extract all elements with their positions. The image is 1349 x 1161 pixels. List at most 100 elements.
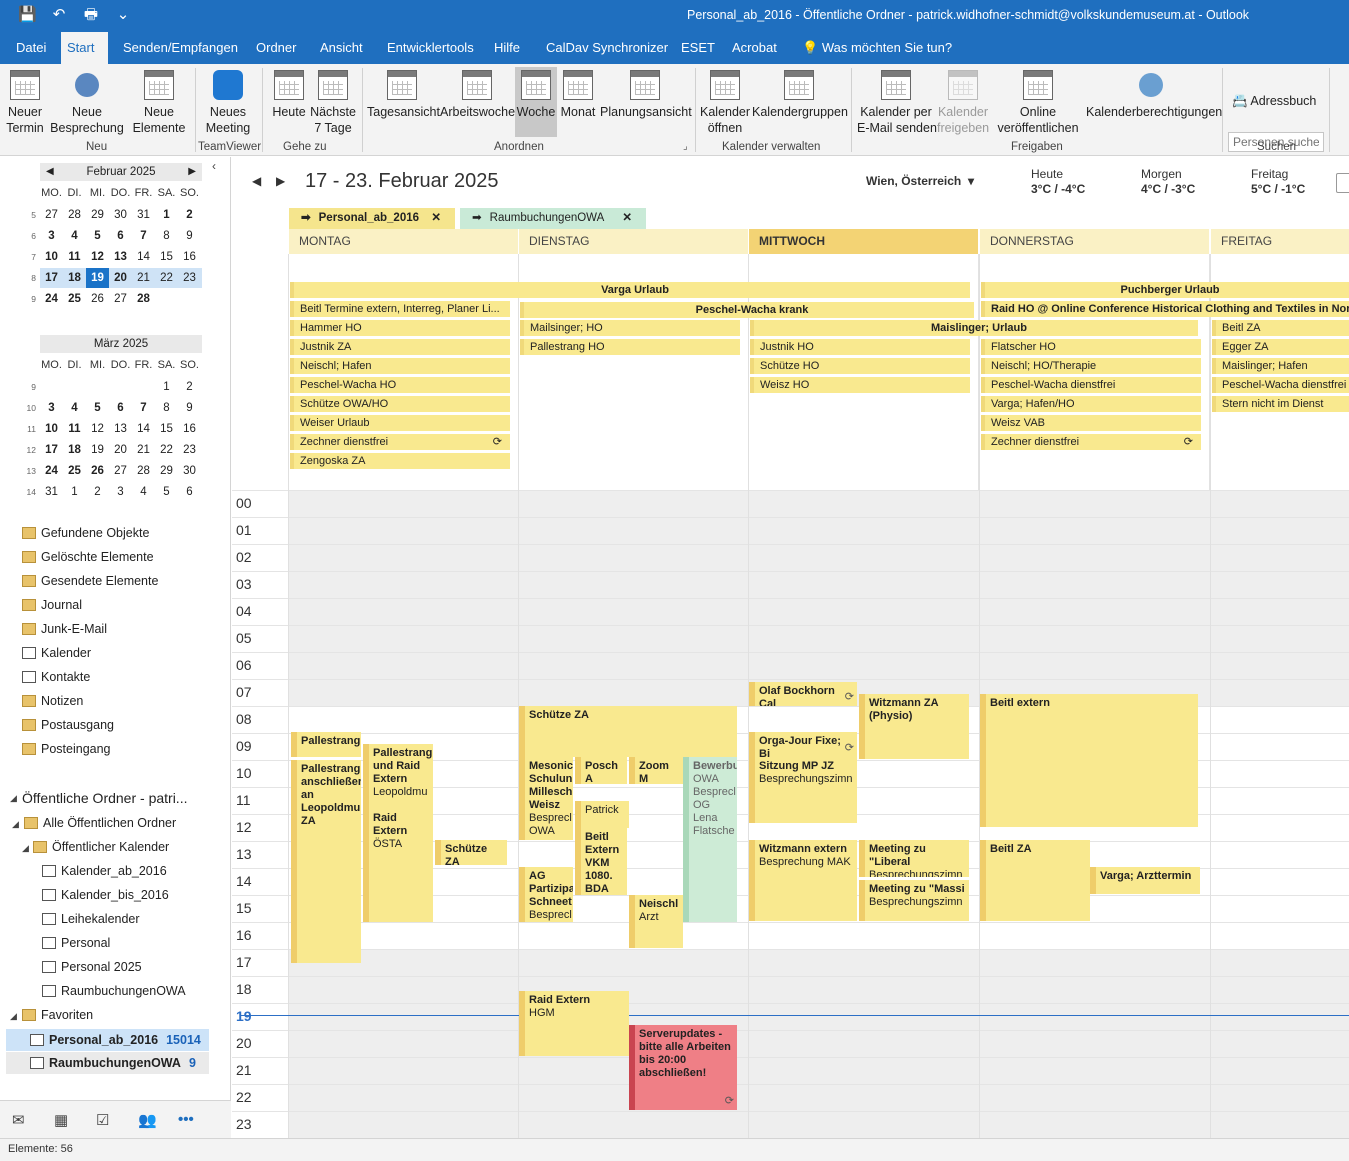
hour-row[interactable]: 20: [232, 1030, 1349, 1057]
weather-location[interactable]: Wien, Österreich ▾: [866, 174, 974, 188]
open-calendar-button[interactable]: Kalender öffnen: [700, 70, 750, 136]
all-day-event[interactable]: Schütze HO: [750, 358, 970, 374]
mini-calendar-day[interactable]: 12: [86, 247, 109, 267]
mini-calendar-day[interactable]: 9: [178, 226, 201, 246]
favorite-raumbuchungen[interactable]: RaumbuchungenOWA 9: [6, 1052, 209, 1074]
mini-calendar-day[interactable]: 2: [178, 205, 201, 225]
mini-calendar-day[interactable]: 11: [63, 247, 86, 267]
all-day-event[interactable]: Peschel-Wacha krank: [520, 302, 974, 318]
mini-calendar-day[interactable]: 21: [132, 440, 155, 460]
share-calendar-button[interactable]: Kalender freigeben: [937, 70, 989, 136]
favorite-personal-ab-2016[interactable]: Personal_ab_2016 15014: [6, 1029, 209, 1051]
mini-calendar-day[interactable]: 7: [132, 226, 155, 246]
favorites-header[interactable]: Favoriten: [22, 1008, 93, 1022]
mini-calendar-day[interactable]: 4: [63, 398, 86, 418]
all-day-event[interactable]: Peschel-Wacha dienstfrei: [1212, 377, 1349, 393]
mini-calendar-day[interactable]: 22: [155, 268, 178, 288]
mini-calendar-day[interactable]: 17: [40, 440, 63, 460]
calendar-event[interactable]: Varga; Arzttermin: [1090, 866, 1200, 894]
tab-caldav[interactable]: CalDav Synchronizer: [540, 32, 674, 64]
all-day-event[interactable]: Weisz HO: [750, 377, 970, 393]
calendar-event[interactable]: Pallestrang anschließer an Leopoldmu ZA: [291, 760, 361, 963]
folder-notizen[interactable]: Notizen: [22, 694, 83, 708]
week-view-button[interactable]: Woche: [515, 67, 557, 137]
calendar-event[interactable]: Witzmann extern Besprechung MAK: [749, 839, 857, 921]
folder-journal[interactable]: Journal: [22, 598, 82, 612]
mini-calendar-day[interactable]: 2: [178, 377, 201, 397]
public-calendar-item[interactable]: Leihekalender: [42, 912, 140, 926]
hour-row[interactable]: 22: [232, 1084, 1349, 1111]
address-book-button[interactable]: 📇 Adressbuch: [1232, 93, 1322, 109]
work-week-button[interactable]: Arbeitswoche: [440, 70, 515, 120]
mini-calendar-day[interactable]: 3: [109, 482, 132, 502]
tab-hilfe[interactable]: Hilfe: [488, 32, 526, 64]
folder-public-calendar[interactable]: Öffentlicher Kalender: [33, 840, 169, 854]
folder-postausgang[interactable]: Postausgang: [22, 718, 114, 732]
all-day-event[interactable]: Hammer HO: [290, 320, 510, 336]
folder-kalender[interactable]: Kalender: [22, 646, 91, 660]
all-day-event[interactable]: Neischl; Hafen: [290, 358, 510, 374]
mini-calendar-day[interactable]: 1: [155, 205, 178, 225]
mini-calendar-day[interactable]: 19: [86, 440, 109, 460]
hour-row[interactable]: 05: [232, 625, 1349, 652]
all-day-event[interactable]: Justnik ZA: [290, 339, 510, 355]
calendar-event[interactable]: Neischl Arzt: [629, 895, 683, 948]
mini-calendar-day[interactable]: 4: [132, 482, 155, 502]
tab-acrobat[interactable]: Acrobat: [726, 32, 783, 64]
tab-start[interactable]: Start: [61, 32, 108, 64]
expand-icon[interactable]: ◢: [22, 843, 29, 854]
mini-calendar-day[interactable]: 13: [109, 247, 132, 267]
mini-calendar-day[interactable]: 27: [109, 289, 132, 309]
folder-junk-e-mail[interactable]: Junk-E-Mail: [22, 622, 107, 636]
all-day-event[interactable]: Egger ZA: [1212, 339, 1349, 355]
mini-calendar-day[interactable]: 6: [109, 398, 132, 418]
calendar-permissions-button[interactable]: Kalenderberechtigungen: [1086, 70, 1222, 120]
calendar-event[interactable]: Zoom M: [629, 757, 683, 785]
mini-calendar-day[interactable]: 16: [178, 247, 201, 267]
tab-ordner[interactable]: Ordner: [250, 32, 302, 64]
undo-icon[interactable]: ↶: [50, 6, 68, 24]
new-meeting-button[interactable]: Neue Besprechung: [47, 70, 127, 136]
mini-calendar-day[interactable]: 14: [132, 247, 155, 267]
mini-calendar-day[interactable]: 30: [178, 461, 201, 481]
mini-calendar-day[interactable]: 10: [40, 419, 63, 439]
mini-calendar-day[interactable]: 29: [86, 205, 109, 225]
calendar-event[interactable]: Raid Extern HGM: [519, 990, 629, 1056]
new-items-button[interactable]: Neue Elemente: [128, 70, 190, 136]
tab-entwicklertools[interactable]: Entwicklertools: [381, 32, 480, 64]
mini-calendar-day[interactable]: 20: [109, 268, 132, 288]
publish-online-button[interactable]: Online veröffentlichen: [992, 70, 1084, 136]
mini-calendar-day[interactable]: 18: [63, 268, 86, 288]
mini-calendar-day[interactable]: 28: [63, 205, 86, 225]
teamviewer-meeting-button[interactable]: Neues Meeting: [203, 70, 253, 136]
hour-row[interactable]: 06: [232, 652, 1349, 679]
mini-calendar-day[interactable]: 19: [86, 268, 109, 288]
mini-calendar-day[interactable]: 22: [155, 440, 178, 460]
hour-row[interactable]: 01: [232, 517, 1349, 544]
calendar-event[interactable]: Beitl extern: [980, 693, 1198, 828]
dialog-launcher-icon[interactable]: ⌟: [683, 141, 688, 152]
mini-calendar-day[interactable]: 28: [132, 289, 155, 309]
expand-icon[interactable]: ◢: [12, 819, 19, 830]
calendar-event[interactable]: Beitl Extern VKM 1080. BDA Untersu: [575, 827, 627, 895]
weather-options-icon[interactable]: [1336, 173, 1349, 193]
mini-calendar-day[interactable]: 7: [132, 398, 155, 418]
collapse-pane-icon[interactable]: ‹: [212, 159, 216, 173]
mini-calendar-day[interactable]: 25: [63, 289, 86, 309]
mini-calendar-day[interactable]: 5: [155, 482, 178, 502]
mini-calendar-day[interactable]: 14: [132, 419, 155, 439]
mini-calendar-day[interactable]: 10: [40, 247, 63, 267]
calendar-event[interactable]: Pallestrang und Raid Extern Leopoldmu: [363, 743, 433, 809]
calendar-event[interactable]: Serverupdates - bitte alle Arbeiten bis …: [629, 1024, 737, 1110]
all-day-event[interactable]: Zechner dienstfrei ⟳: [290, 434, 510, 450]
hour-row[interactable]: 03: [232, 571, 1349, 598]
mini-calendar-day[interactable]: 8: [155, 226, 178, 246]
mini-calendar-day[interactable]: 23: [178, 268, 201, 288]
people-module-icon[interactable]: 👥: [138, 1111, 157, 1129]
mini-calendar-day[interactable]: 26: [86, 289, 109, 309]
all-day-event[interactable]: Weiser Urlaub: [290, 415, 510, 431]
public-calendar-item[interactable]: Kalender_ab_2016: [42, 864, 167, 878]
calendar-event[interactable]: Olaf Bockhorn Cal ⟳: [749, 681, 857, 706]
mini-calendar-day[interactable]: 13: [109, 419, 132, 439]
folder-gefundene-objekte[interactable]: Gefundene Objekte: [22, 526, 149, 540]
